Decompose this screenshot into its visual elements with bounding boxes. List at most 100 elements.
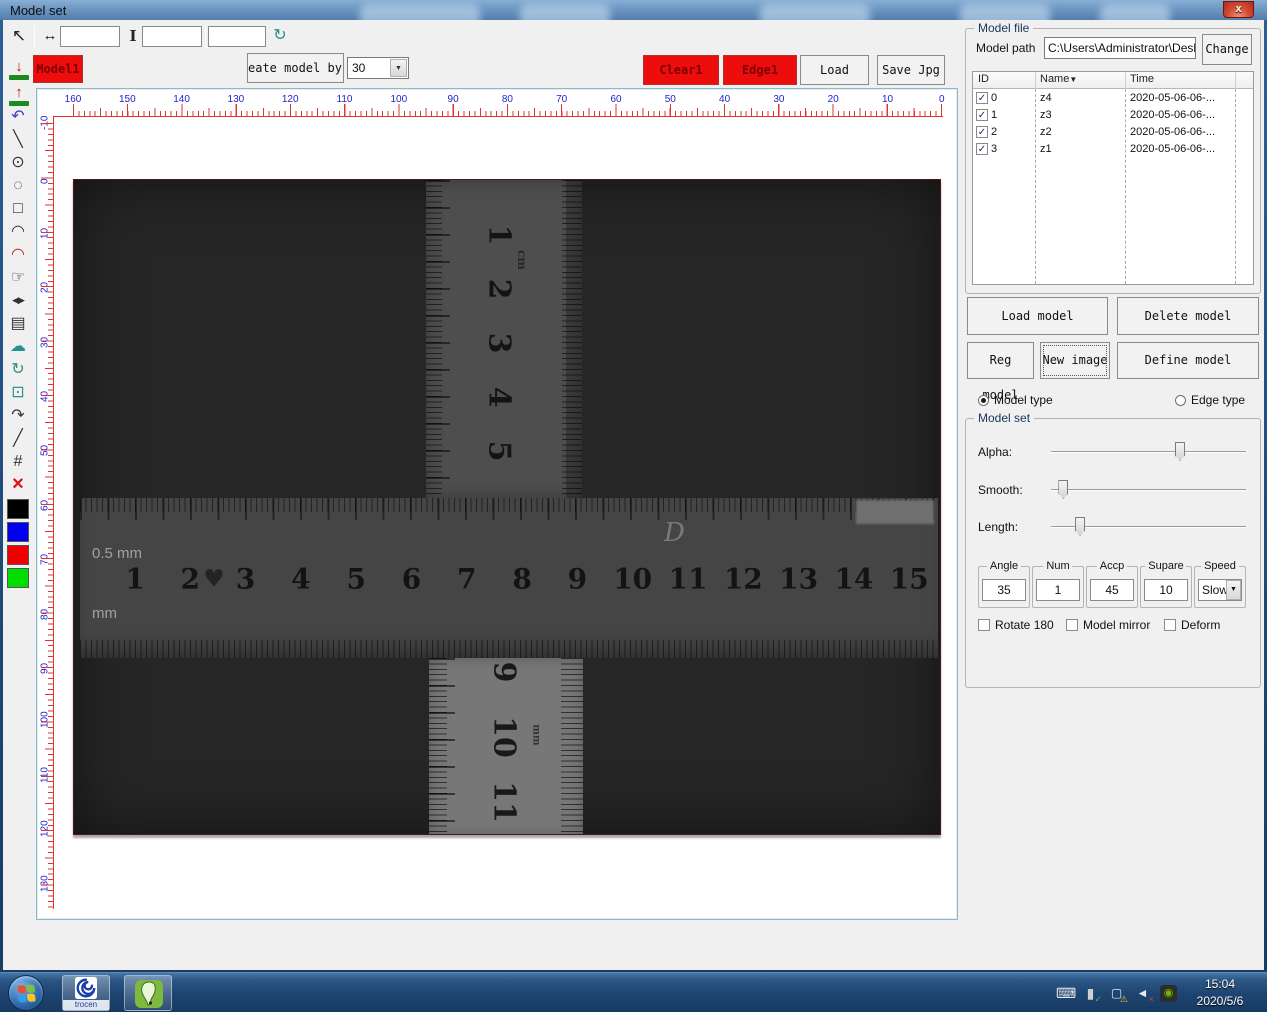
row-checkbox[interactable]: ✓	[976, 143, 988, 155]
delete-model-button[interactable]: Delete model	[1117, 297, 1259, 335]
edge-value-dropdown[interactable]: 30 ▼	[347, 57, 409, 79]
volume-muted-icon[interactable]: ◄×	[1134, 985, 1151, 1002]
model-type-radio[interactable]: Model type	[978, 393, 1053, 407]
angle-value[interactable]: 35	[982, 579, 1026, 601]
edge-type-radio[interactable]: Edge type	[1175, 393, 1245, 407]
grid-icon[interactable]: #	[5, 450, 31, 473]
slider-thumb[interactable]	[1075, 517, 1085, 536]
measure-line-icon[interactable]: ╱	[5, 427, 31, 450]
photo-ruler-number: 1	[125, 563, 144, 596]
glass-highlight	[960, 4, 1050, 20]
alpha-slider-track[interactable]	[1051, 451, 1246, 453]
ellipse-icon[interactable]: ◌	[5, 174, 31, 197]
hand-icon[interactable]: ☞	[5, 266, 31, 289]
table-row[interactable]: ✓1z32020-05-06-06-...	[973, 107, 1253, 124]
taskbar-app-trocen[interactable]: trocen	[62, 975, 110, 1011]
rotate-icon[interactable]: ↻	[5, 358, 31, 381]
save-jpg-button[interactable]: Save Jpg	[877, 55, 945, 85]
color-green-swatch[interactable]	[7, 568, 29, 588]
canvas-area[interactable]: 1601501401301201101009080706050403020100…	[36, 88, 958, 920]
column-id[interactable]: ID	[978, 73, 989, 85]
model-file-group: Model file Model path C:\Users\Administr…	[965, 28, 1261, 294]
table-row[interactable]: ✓0z42020-05-06-06-...	[973, 90, 1253, 107]
rectangle-icon[interactable]: □	[5, 197, 31, 220]
photo-scale-label: mm	[92, 605, 117, 622]
checkbox-icon	[1164, 619, 1176, 631]
slider-thumb[interactable]	[1175, 442, 1185, 461]
deform-checkbox[interactable]: Deform	[1164, 618, 1220, 632]
row-checkbox[interactable]: ✓	[976, 126, 988, 138]
rotate-area-icon[interactable]: ⊡	[5, 381, 31, 404]
height-input[interactable]	[142, 26, 202, 47]
reg-model-button[interactable]: Reg model	[967, 342, 1034, 379]
slider-label: Alpha:	[978, 445, 1012, 459]
model1-button[interactable]: Model1	[33, 55, 83, 83]
create-model-by-edge-button[interactable]: eate model by ed	[247, 53, 344, 83]
new-image-button[interactable]: New image	[1040, 342, 1110, 379]
accp-value[interactable]: 45	[1090, 579, 1134, 601]
chevron-down-icon[interactable]: ▼	[390, 59, 407, 77]
nvidia-icon[interactable]: ◉	[1160, 985, 1177, 1002]
supare-value[interactable]: 10	[1144, 579, 1188, 601]
column-time[interactable]: Time	[1130, 73, 1154, 85]
horizontal-ruler-ticks	[53, 104, 943, 116]
select-arrow-icon[interactable]: ↖	[8, 25, 30, 47]
curve-icon[interactable]: ↷	[5, 404, 31, 427]
color-blue-swatch[interactable]	[7, 522, 29, 542]
color-black-swatch[interactable]	[7, 499, 29, 519]
angle-input[interactable]	[208, 26, 266, 47]
model-set-group: Model set Alpha:Smooth:Length: Angle35Nu…	[965, 418, 1261, 688]
length-slider-track[interactable]	[1051, 526, 1246, 528]
model-path-input[interactable]: C:\Users\Administrator\Desktop	[1044, 37, 1196, 59]
table-row[interactable]: ✓3z12020-05-06-06-...	[973, 141, 1253, 158]
stamp-icon[interactable]: ☁	[5, 335, 31, 358]
taskbar-clock[interactable]: 15:04 2020/5/6	[1181, 976, 1259, 1010]
model-table[interactable]: ID Name▼ Time ✓0z42020-05-06-06-...✓1z32…	[972, 71, 1254, 285]
model-set-group-label: Model set	[974, 411, 1034, 425]
camera-image[interactable]: 12345cm91011mm123456789101112131415♥0.5 …	[73, 179, 941, 835]
taskbar-app-coreldraw[interactable]	[124, 975, 172, 1011]
edge1-button[interactable]: Edge1	[723, 55, 797, 85]
mirror-icon[interactable]: ◀▶	[5, 289, 31, 312]
load-image-button[interactable]: Load image	[800, 55, 869, 85]
start-button[interactable]	[8, 975, 44, 1011]
num-param-box: Num1	[1032, 566, 1084, 608]
width-input[interactable]	[60, 26, 120, 47]
clear1-button[interactable]: Clear1	[643, 55, 719, 85]
refresh-icon[interactable]: ↻	[269, 25, 291, 47]
import-icon[interactable]: ↓	[6, 58, 32, 82]
arc-icon[interactable]: ◠	[5, 220, 31, 243]
cut-icon[interactable]: ×	[5, 473, 31, 496]
height-measure-icon: I	[122, 25, 144, 47]
table-header[interactable]: ID Name▼ Time	[973, 72, 1253, 89]
smooth-slider-track[interactable]	[1051, 489, 1246, 491]
speed-value[interactable]: Slow▼	[1198, 579, 1242, 601]
column-name[interactable]: Name▼	[1040, 73, 1077, 85]
keyboard-icon[interactable]: ⌨	[1056, 985, 1073, 1002]
slider-thumb[interactable]	[1058, 480, 1068, 499]
table-row[interactable]: ✓2z22020-05-06-06-...	[973, 124, 1253, 141]
load-model-button[interactable]: Load model	[967, 297, 1108, 335]
network-warning-icon[interactable]: ▢⚠	[1108, 985, 1125, 1002]
define-model-button[interactable]: Define model	[1117, 342, 1259, 379]
line-icon[interactable]: ╲	[5, 128, 31, 151]
color-red-swatch[interactable]	[7, 545, 29, 565]
row-time: 2020-05-06-06-...	[1130, 126, 1215, 138]
change-path-button[interactable]: Change	[1202, 34, 1252, 65]
photo-ruler-number: 11	[487, 781, 522, 823]
photo-ruler-number: 4	[482, 387, 517, 408]
circle-center-icon[interactable]: ⊙	[5, 151, 31, 174]
row-checkbox[interactable]: ✓	[976, 109, 988, 121]
num-value[interactable]: 1	[1036, 579, 1080, 601]
undo-icon[interactable]: ↶	[5, 105, 31, 128]
row-checkbox[interactable]: ✓	[976, 92, 988, 104]
close-button[interactable]: x	[1223, 1, 1254, 18]
chevron-down-icon[interactable]: ▼	[1226, 580, 1241, 600]
usb-icon[interactable]: ▮✓	[1082, 985, 1099, 1002]
model-mirror-checkbox[interactable]: Model mirror	[1066, 618, 1150, 632]
rotate-180-checkbox[interactable]: Rotate 180	[978, 618, 1054, 632]
flip-icon[interactable]: ▤	[5, 312, 31, 335]
arc-points-icon[interactable]: ◠	[5, 243, 31, 266]
photo-ruler-number: 5	[482, 441, 517, 462]
row-id: 1	[991, 109, 997, 121]
